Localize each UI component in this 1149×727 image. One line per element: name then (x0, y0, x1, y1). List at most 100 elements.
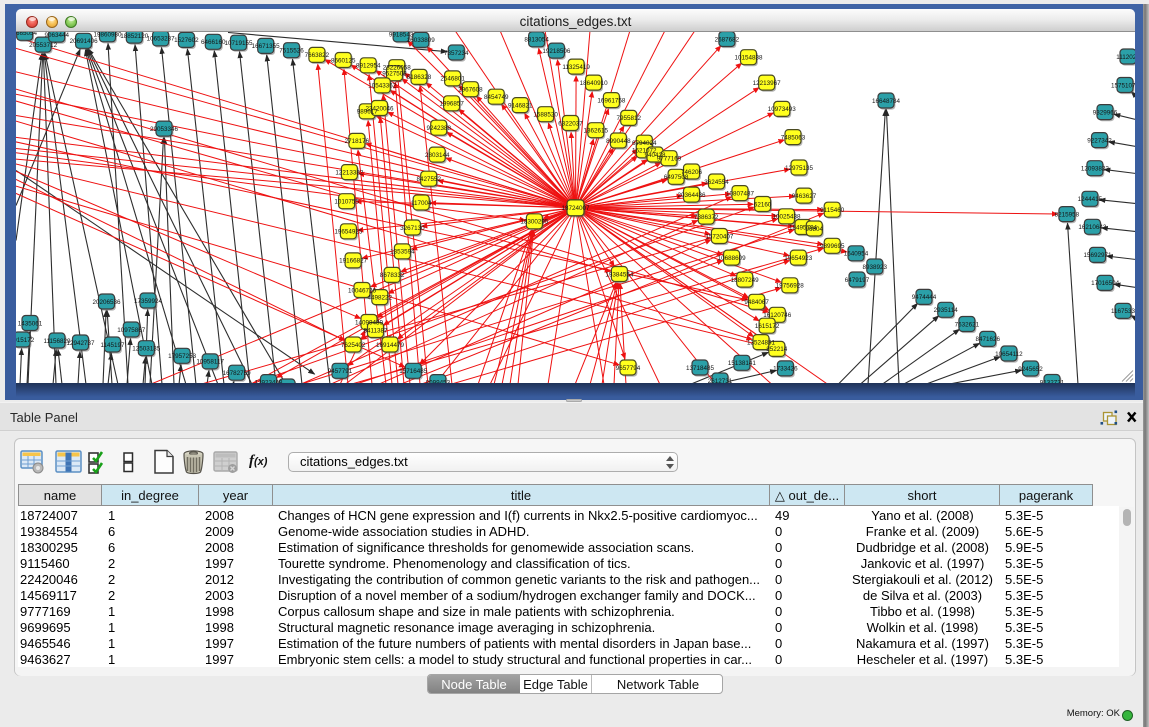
svg-text:18852120: 18852120 (120, 32, 149, 39)
svg-text:10025438: 10025438 (772, 213, 801, 220)
svg-text:9242388: 9242388 (426, 125, 451, 132)
svg-text:10543362: 10543362 (368, 82, 397, 89)
svg-text:7357234: 7357234 (444, 49, 469, 56)
svg-text:3624554: 3624554 (704, 178, 729, 185)
svg-text:8454749: 8454749 (484, 94, 509, 101)
svg-text:7515526: 7515526 (279, 47, 304, 54)
svg-text:12503135: 12503135 (132, 345, 161, 352)
svg-text:2546801: 2546801 (440, 75, 465, 82)
svg-text:8990448: 8990448 (606, 137, 631, 144)
svg-text:8813054: 8813054 (524, 36, 549, 43)
svg-text:96804: 96804 (806, 225, 824, 232)
svg-text:17957253: 17957253 (168, 353, 197, 360)
svg-text:2687682: 2687682 (715, 36, 740, 43)
svg-text:15692971: 15692971 (1083, 252, 1112, 259)
svg-text:16961758: 16961758 (597, 97, 626, 104)
svg-text:15716485: 15716485 (399, 368, 428, 375)
svg-text:9463627: 9463627 (792, 192, 817, 199)
svg-text:1733426: 1733426 (773, 365, 798, 372)
svg-text:6794024: 6794024 (632, 140, 657, 147)
svg-text:6466160: 6466160 (201, 39, 226, 46)
svg-text:7485063: 7485063 (781, 134, 806, 141)
svg-text:7386372: 7386372 (694, 213, 719, 220)
svg-text:7663822: 7663822 (305, 52, 330, 59)
svg-text:12213382: 12213382 (335, 169, 364, 176)
svg-text:17016504: 17016504 (1091, 280, 1120, 287)
svg-text:6322037: 6322037 (558, 120, 583, 127)
svg-text:16210643: 16210643 (1078, 224, 1107, 231)
svg-text:2612731: 2612731 (708, 377, 733, 382)
svg-text:7632621: 7632621 (955, 321, 980, 328)
svg-text:12093822: 12093822 (1081, 165, 1110, 172)
svg-text:252214: 252214 (766, 346, 788, 353)
svg-text:1353594: 1353594 (390, 248, 415, 255)
svg-text:9899695: 9899695 (820, 243, 845, 250)
svg-text:9146821: 9146821 (508, 102, 533, 109)
svg-text:10975867: 10975867 (117, 326, 146, 333)
svg-text:17359924: 17359924 (134, 297, 163, 304)
svg-text:10046726: 10046726 (348, 287, 377, 294)
svg-text:19654925: 19654925 (334, 228, 363, 235)
svg-text:9115460: 9115460 (820, 207, 845, 214)
svg-text:14099489: 14099489 (355, 319, 384, 326)
svg-text:20206536: 20206536 (92, 298, 121, 305)
svg-text:10154838: 10154838 (734, 54, 763, 61)
svg-text:1527602: 1527602 (174, 37, 199, 44)
svg-text:11325419: 11325419 (562, 63, 590, 70)
svg-text:62160: 62160 (754, 201, 772, 208)
svg-text:8938923: 8938923 (863, 263, 888, 270)
svg-text:3267130: 3267130 (400, 224, 425, 231)
svg-text:10719155: 10719155 (224, 40, 253, 47)
svg-text:8660125: 8660125 (331, 57, 356, 64)
svg-text:16648784: 16648784 (872, 97, 901, 104)
svg-text:16671355: 16671355 (252, 43, 281, 50)
svg-text:23420046: 23420046 (365, 105, 394, 112)
svg-text:9227342: 9227342 (1087, 137, 1112, 144)
svg-text:1244415: 1244415 (1078, 196, 1103, 203)
svg-text:1996857: 1996857 (439, 100, 464, 107)
svg-text:15720407: 15720407 (705, 233, 734, 240)
svg-text:2967608: 2967608 (458, 86, 483, 93)
svg-text:6479197: 6479197 (845, 276, 870, 283)
svg-text:8215958: 8215958 (1055, 211, 1080, 218)
svg-text:2718176: 2718176 (345, 138, 370, 145)
svg-text:10958117: 10958117 (196, 358, 224, 365)
svg-text:16782759: 16782759 (223, 370, 252, 377)
svg-text:12213967: 12213967 (753, 79, 782, 86)
svg-text:3915172: 3915172 (16, 336, 35, 343)
svg-text:20364436: 20364436 (677, 191, 706, 198)
svg-text:19384554: 19384554 (605, 271, 634, 278)
svg-text:10688609: 10688609 (718, 254, 747, 261)
svg-text:7955812: 7955812 (616, 115, 641, 122)
svg-text:12975135: 12975135 (785, 164, 814, 171)
svg-text:8912954: 8912954 (356, 62, 381, 69)
svg-text:1588520: 1588520 (533, 111, 558, 118)
svg-text:1640954: 1640954 (844, 250, 869, 257)
svg-text:19860980: 19860980 (93, 32, 122, 39)
svg-text:1145197: 1145197 (100, 341, 125, 348)
svg-text:1010755: 1010755 (334, 198, 359, 205)
svg-text:29053346: 29053346 (150, 125, 179, 132)
svg-text:13718485: 13718485 (686, 364, 715, 371)
svg-text:9245652: 9245652 (1018, 365, 1043, 372)
svg-text:8411387: 8411387 (363, 327, 388, 334)
svg-text:8471626: 8471626 (975, 336, 1000, 343)
svg-text:9329966: 9329966 (1093, 109, 1118, 116)
svg-text:19218506: 19218506 (542, 47, 571, 54)
svg-text:19166827: 19166827 (339, 257, 368, 264)
svg-text:7625402: 7625402 (341, 341, 366, 348)
svg-text:9132731: 9132731 (1040, 379, 1065, 383)
svg-text:8099453: 8099453 (426, 379, 451, 383)
svg-text:18640910: 18640910 (580, 79, 609, 86)
svg-text:9063444: 9063444 (44, 32, 69, 39)
svg-text:15138141: 15138141 (728, 360, 757, 367)
svg-text:1665054: 1665054 (16, 32, 37, 37)
svg-text:10654112: 10654112 (995, 350, 1023, 357)
svg-text:15751074: 15751074 (1111, 82, 1135, 89)
svg-text:18724007: 18724007 (561, 205, 590, 212)
svg-text:19654923: 19654923 (784, 254, 813, 261)
svg-text:2803144: 2803144 (425, 151, 450, 158)
svg-text:16914479: 16914479 (376, 341, 405, 348)
svg-text:1112028: 1112028 (1116, 53, 1135, 60)
svg-text:8678332: 8678332 (380, 272, 405, 279)
